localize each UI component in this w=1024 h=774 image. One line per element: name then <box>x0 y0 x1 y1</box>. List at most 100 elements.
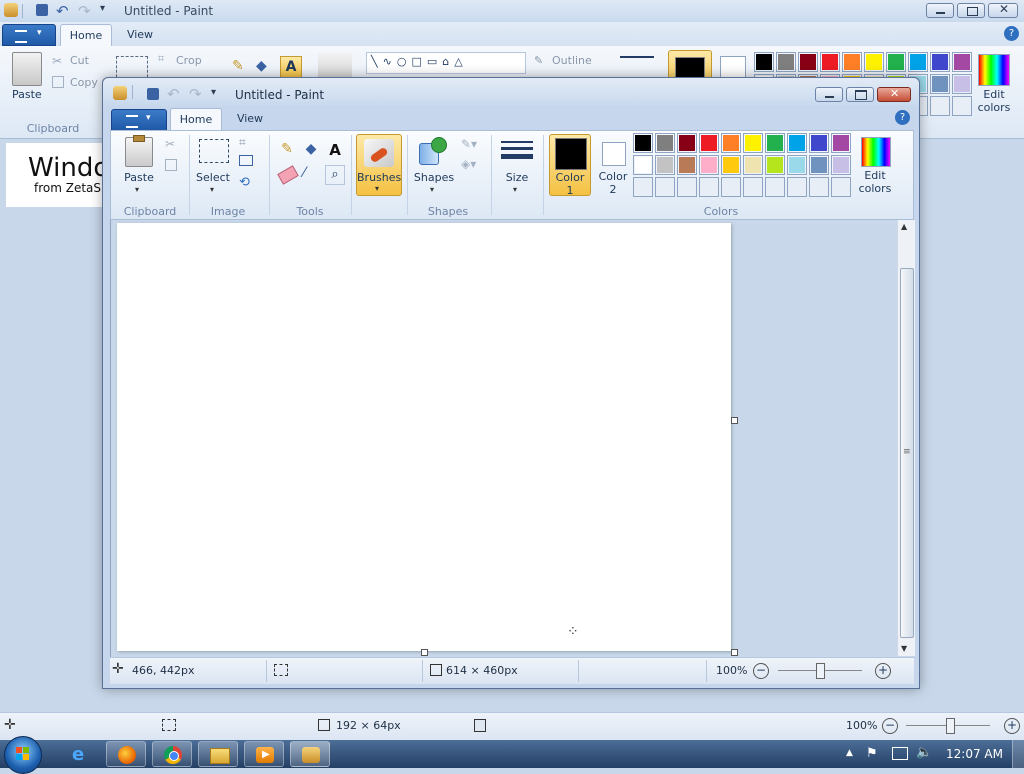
palette-swatch[interactable] <box>754 52 774 72</box>
minimize-button[interactable] <box>815 87 843 102</box>
resize-icon[interactable] <box>239 155 253 166</box>
maximize-button[interactable] <box>846 87 874 102</box>
action-center-flag-icon[interactable]: ⚑ <box>866 746 878 761</box>
bg-paint-app-icon[interactable] <box>4 3 18 17</box>
file-menu-button[interactable]: ▾ <box>111 109 167 131</box>
show-hidden-icons-icon[interactable]: ▲ <box>846 748 853 758</box>
palette-swatch[interactable] <box>886 52 906 72</box>
palette-swatch[interactable] <box>743 133 763 153</box>
bg-edit-colors-icon[interactable] <box>978 54 1010 86</box>
edit-colors-button[interactable]: Edit colors <box>855 133 899 197</box>
palette-swatch[interactable] <box>798 52 818 72</box>
taskbar-firefox[interactable] <box>106 741 146 767</box>
palette-swatch[interactable] <box>633 155 653 175</box>
text-tool-icon[interactable]: A <box>280 56 302 78</box>
bg-zoom-in-button[interactable]: + <box>1004 718 1020 734</box>
paint-app-icon[interactable] <box>113 86 127 100</box>
zoom-slider-thumb[interactable] <box>816 663 825 679</box>
bg-crop-label[interactable]: Crop <box>176 54 202 67</box>
bg-paste-label[interactable]: Paste <box>12 88 42 101</box>
close-button[interactable]: ✕ <box>877 87 911 102</box>
start-button[interactable] <box>4 736 42 774</box>
bg-outline-label[interactable]: Outline <box>552 54 592 67</box>
palette-swatch[interactable] <box>765 155 785 175</box>
palette-empty-swatch[interactable] <box>633 177 653 197</box>
taskbar-clock[interactable]: 12:07 AM <box>946 747 1003 761</box>
palette-swatch[interactable] <box>864 52 884 72</box>
bg-paste-icon[interactable] <box>12 52 42 86</box>
palette-swatch[interactable] <box>930 52 950 72</box>
pencil-icon[interactable]: ✎ <box>277 141 297 161</box>
bg-quick-access-dropdown-icon[interactable]: ▾ <box>100 3 105 14</box>
volume-muted-icon[interactable]: 🔈 <box>916 745 932 760</box>
fill-bucket-icon[interactable]: ◆ <box>301 141 321 161</box>
bg-brushes-icon[interactable] <box>318 52 352 80</box>
bg-shapes-gallery[interactable]: ╲∿○□▭⌂△ <box>366 52 526 74</box>
palette-empty-swatch[interactable] <box>677 177 697 197</box>
palette-swatch[interactable] <box>677 155 697 175</box>
canvas-resize-handle-corner[interactable] <box>731 649 738 656</box>
copy-icon[interactable] <box>165 159 177 171</box>
palette-empty-swatch[interactable] <box>787 177 807 197</box>
network-icon[interactable] <box>892 747 908 760</box>
palette-swatch[interactable] <box>699 155 719 175</box>
scroll-up-icon[interactable]: ▲ <box>901 222 907 231</box>
palette-swatch[interactable] <box>952 74 972 94</box>
scrollbar-thumb[interactable]: ≡ <box>900 268 914 638</box>
bg-copy-label[interactable]: Copy <box>70 76 98 89</box>
pencil-icon[interactable]: ✎ <box>232 58 244 74</box>
fill-icon[interactable]: ◈▾ <box>461 157 476 171</box>
zoom-in-button[interactable]: + <box>875 663 891 679</box>
help-icon[interactable]: ? <box>1004 26 1019 41</box>
taskbar-media-player[interactable]: ▶ <box>244 741 284 767</box>
palette-empty-swatch[interactable] <box>743 177 763 197</box>
palette-empty-swatch[interactable] <box>699 177 719 197</box>
paste-button[interactable]: Paste ▾ <box>117 133 161 197</box>
taskbar-internet-explorer[interactable]: e <box>60 741 100 767</box>
select-button[interactable]: Select ▾ <box>193 133 233 197</box>
palette-swatch[interactable] <box>721 155 741 175</box>
palette-swatch[interactable] <box>787 133 807 153</box>
bg-tab-view[interactable]: View <box>116 24 164 46</box>
palette-swatch[interactable] <box>809 155 829 175</box>
brushes-button[interactable]: Brushes ▾ <box>356 134 402 196</box>
taskbar-chrome[interactable] <box>152 741 192 767</box>
color2-button[interactable]: Color 2 <box>593 134 635 196</box>
tab-view[interactable]: View <box>226 108 274 130</box>
palette-empty-swatch[interactable] <box>765 177 785 197</box>
bg-cut-label[interactable]: Cut <box>70 54 89 67</box>
canvas-resize-handle-right[interactable] <box>731 417 738 424</box>
redo-icon[interactable]: ↷ <box>189 85 202 103</box>
eraser-icon[interactable] <box>277 165 299 185</box>
palette-swatch[interactable] <box>677 133 697 153</box>
bg-edit-colors-label[interactable]: Edit colors <box>976 88 1012 114</box>
palette-swatch[interactable] <box>820 52 840 72</box>
bg-canvas[interactable]: Windo from ZetaS <box>6 143 116 207</box>
palette-swatch[interactable] <box>655 133 675 153</box>
canvas-resize-handle-bottom[interactable] <box>421 649 428 656</box>
palette-swatch[interactable] <box>908 52 928 72</box>
crop-icon[interactable]: ⌗ <box>239 135 246 150</box>
taskbar-windows-explorer[interactable] <box>198 741 238 767</box>
vertical-scrollbar[interactable]: ▲ ≡ ▼ <box>897 220 915 656</box>
palette-swatch[interactable] <box>699 133 719 153</box>
palette-swatch[interactable] <box>743 155 763 175</box>
cut-icon[interactable]: ✂ <box>165 137 175 151</box>
palette-swatch[interactable] <box>930 74 950 94</box>
rotate-icon[interactable]: ⟲ <box>239 175 250 190</box>
bg-zoom-out-button[interactable]: − <box>882 718 898 734</box>
palette-empty-swatch[interactable] <box>930 96 950 116</box>
palette-swatch[interactable] <box>831 155 851 175</box>
size-button[interactable]: Size ▾ <box>497 133 537 197</box>
palette-swatch[interactable] <box>809 133 829 153</box>
fill-icon[interactable]: ◆ <box>256 58 267 74</box>
bg-zoom-slider-thumb[interactable] <box>946 718 955 734</box>
palette-swatch[interactable] <box>842 52 862 72</box>
palette-empty-swatch[interactable] <box>952 96 972 116</box>
taskbar-paint[interactable] <box>290 741 330 767</box>
palette-swatch[interactable] <box>633 133 653 153</box>
palette-empty-swatch[interactable] <box>831 177 851 197</box>
shapes-button[interactable]: Shapes ▾ <box>411 133 457 197</box>
outline-icon[interactable]: ✎▾ <box>461 137 477 151</box>
palette-empty-swatch[interactable] <box>721 177 741 197</box>
